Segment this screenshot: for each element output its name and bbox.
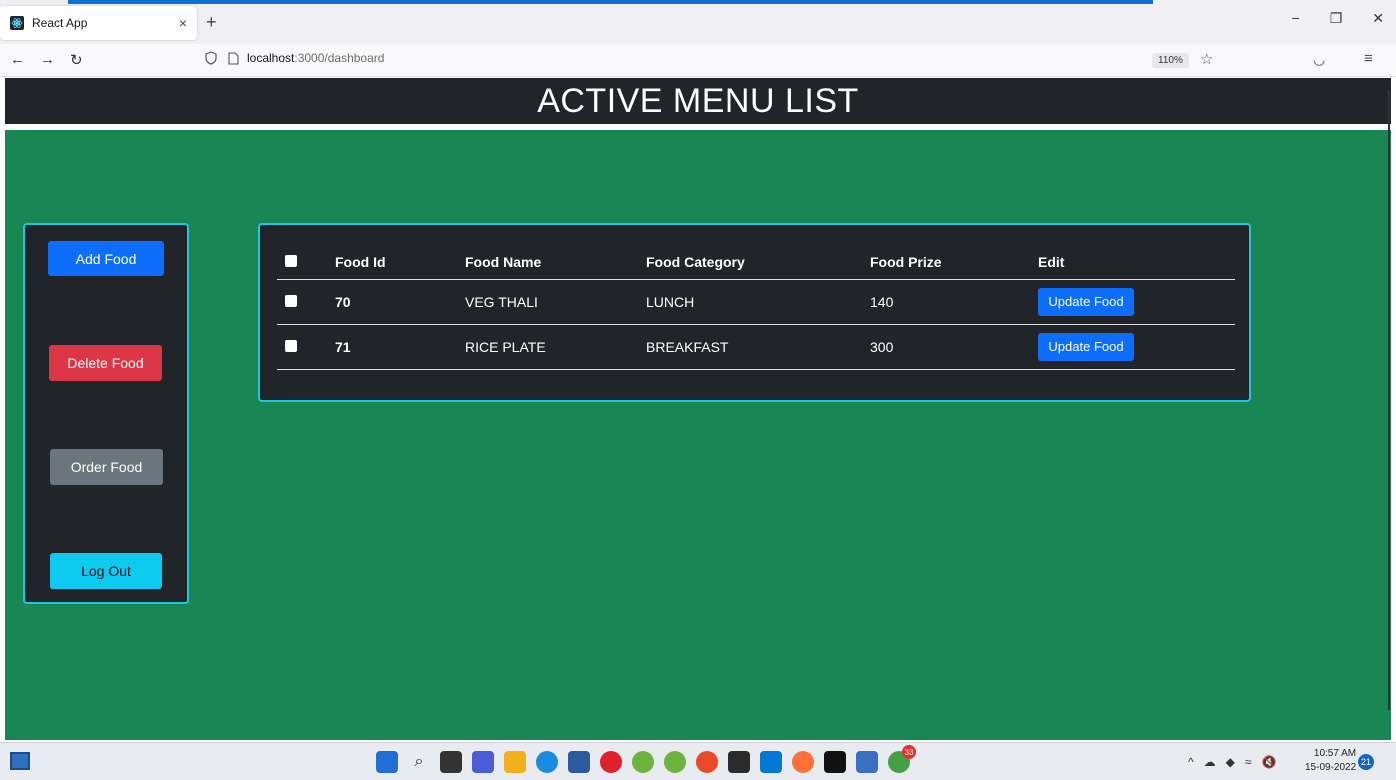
select-all-cell	[277, 241, 335, 280]
log-out-button[interactable]: Log Out	[50, 553, 162, 589]
food-table: Food Id Food Name Food Category Food Pri…	[277, 241, 1235, 370]
food-id-cell: 70	[335, 279, 465, 325]
address-bar[interactable]: localhost:3000/dashboard	[204, 51, 384, 65]
header-food-category: Food Category	[646, 241, 870, 280]
firefox-icon[interactable]	[792, 751, 814, 773]
opera-icon[interactable]	[600, 751, 622, 773]
react-favicon-icon	[10, 16, 24, 30]
food-category-cell: BREAKFAST	[646, 324, 870, 370]
wifi-icon[interactable]: ≈	[1245, 755, 1252, 769]
page-icon	[228, 51, 239, 65]
reload-icon[interactable]: ↻	[70, 51, 83, 69]
chat-icon[interactable]	[472, 751, 494, 773]
bookmark-star-icon[interactable]: ☆	[1200, 50, 1213, 68]
back-arrow-icon[interactable]: ←	[10, 51, 25, 68]
edge-icon[interactable]	[536, 751, 558, 773]
minimize-icon[interactable]: −	[1292, 10, 1300, 27]
new-tab-icon[interactable]: +	[206, 12, 217, 33]
table-row: 71 RICE PLATE BREAKFAST 300 Update Food	[277, 324, 1235, 370]
clock-time: 10:57 AM	[1313, 748, 1357, 759]
console-icon[interactable]	[824, 751, 846, 773]
food-prize-cell: 300	[870, 324, 1038, 370]
widgets-icon[interactable]	[10, 752, 30, 770]
row-select-cell	[277, 279, 335, 325]
tab-close-icon[interactable]: ×	[179, 15, 187, 31]
spring-tool-icon[interactable]	[632, 751, 654, 773]
taskbar-apps: ⌕ 33	[376, 745, 916, 773]
browser-nav-bar: ← → ↻ localhost:3000/dashboard 110% ☆ ◡ …	[0, 44, 1396, 77]
terminal-icon[interactable]	[728, 751, 750, 773]
cloud-icon[interactable]: ☁	[1204, 755, 1216, 769]
delete-food-button[interactable]: Delete Food	[49, 345, 162, 381]
app-main-area	[5, 130, 1391, 740]
table-header-row: Food Id Food Name Food Category Food Pri…	[277, 241, 1235, 280]
app-header: ACTIVE MENU LIST	[5, 78, 1391, 124]
row-checkbox[interactable]	[285, 339, 297, 352]
food-id-cell: 71	[335, 324, 465, 370]
add-food-button[interactable]: Add Food	[48, 241, 164, 276]
update-food-button[interactable]: Update Food	[1038, 287, 1134, 316]
edit-cell: Update Food	[1038, 324, 1235, 370]
edit-cell: Update Food	[1038, 279, 1235, 325]
action-sidebar: Add Food Delete Food Order Food Log Out	[23, 223, 189, 604]
scrollbar[interactable]	[1388, 90, 1390, 710]
food-category-cell: LUNCH	[646, 279, 870, 325]
notepad-icon[interactable]	[856, 751, 878, 773]
system-tray: ^ ☁ ◆ ≈ 🔇	[1188, 755, 1276, 769]
spring-tool-2-icon[interactable]	[664, 751, 686, 773]
chrome-dev-icon[interactable]	[696, 751, 718, 773]
row-select-cell	[277, 324, 335, 370]
table-row: 70 VEG THALI LUNCH 140 Update Food	[277, 279, 1235, 325]
close-window-icon[interactable]: ✕	[1372, 10, 1384, 27]
food-table-panel: Food Id Food Name Food Category Food Pri…	[258, 223, 1251, 402]
window-controls: − ❐ ✕	[1292, 10, 1384, 27]
browser-tab-bar: React App × + − ❐ ✕	[0, 0, 1396, 44]
url-host: localhost	[247, 51, 295, 65]
header-food-prize: Food Prize	[870, 241, 1038, 280]
hamburger-menu-icon[interactable]: ≡	[1364, 50, 1373, 67]
food-name-cell: RICE PLATE	[465, 324, 646, 370]
browser-tab[interactable]: React App ×	[0, 6, 197, 40]
store-icon[interactable]	[568, 751, 590, 773]
order-food-button[interactable]: Order Food	[50, 449, 163, 485]
pocket-icon[interactable]: ◡	[1313, 51, 1325, 68]
restore-icon[interactable]: ❐	[1330, 10, 1343, 27]
volume-icon[interactable]: 🔇	[1261, 755, 1276, 769]
header-food-id: Food Id	[335, 241, 465, 280]
clock[interactable]: 10:57 AM 15-09-2022	[1305, 747, 1356, 775]
chevron-up-icon[interactable]: ^	[1188, 755, 1194, 769]
header-food-name: Food Name	[465, 241, 646, 280]
tab-title: React App	[32, 16, 88, 30]
page-title: ACTIVE MENU LIST	[537, 81, 859, 120]
select-all-checkbox[interactable]	[285, 254, 297, 267]
search-icon[interactable]: ⌕	[408, 751, 430, 773]
food-name-cell: VEG THALI	[465, 279, 646, 325]
shield-icon	[205, 51, 217, 65]
url-path: :3000/dashboard	[294, 51, 385, 65]
notification-badge: 33	[902, 745, 916, 759]
update-food-button[interactable]: Update Food	[1038, 332, 1134, 361]
row-checkbox[interactable]	[285, 294, 297, 307]
header-edit: Edit	[1038, 241, 1235, 280]
task-view-icon[interactable]	[440, 751, 462, 773]
clock-date: 15-09-2022	[1305, 762, 1357, 773]
windows-start-icon[interactable]	[376, 751, 398, 773]
file-explorer-icon[interactable]	[504, 751, 526, 773]
zoom-level-badge[interactable]: 110%	[1152, 53, 1189, 68]
notification-count-badge[interactable]: 21	[1358, 754, 1374, 770]
app-tray-icon[interactable]: ◆	[1226, 755, 1235, 769]
vscode-icon[interactable]	[760, 751, 782, 773]
windows-taskbar: ⌕ 33 ^ ☁ ◆ ≈ 🔇 10:57 AM 15-09-2022 21	[0, 742, 1396, 780]
whatsapp-icon[interactable]: 33	[888, 745, 916, 773]
forward-arrow-icon[interactable]: →	[40, 51, 55, 68]
food-prize-cell: 140	[870, 279, 1038, 325]
tab-accent-bar	[68, 0, 1153, 4]
